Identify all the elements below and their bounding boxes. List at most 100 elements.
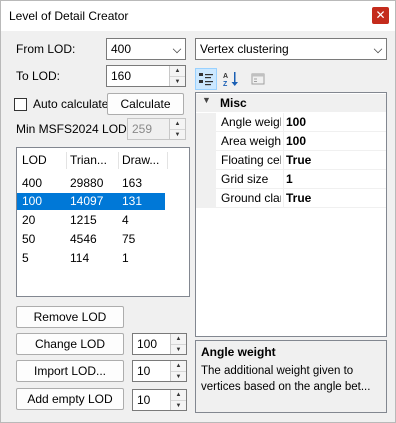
- calculate-button[interactable]: Calculate: [107, 93, 184, 115]
- cell-triangles: 29880: [70, 176, 104, 190]
- cell-draws: 4: [122, 213, 129, 227]
- row-gutter: [196, 189, 216, 208]
- cell-triangles: 14097: [70, 194, 104, 208]
- property-pages-button[interactable]: [247, 68, 269, 90]
- to-lod-stepper[interactable]: 160 ▲ ▼: [106, 65, 186, 87]
- from-lod-dropdown[interactable]: 400: [106, 38, 186, 60]
- table-row[interactable]: 400 29880 163: [17, 175, 189, 192]
- description-text: The additional weight given to vertices …: [201, 365, 371, 393]
- alphabetical-button[interactable]: A Z: [220, 68, 242, 90]
- cell-triangles: 1215: [70, 213, 97, 227]
- stepper-up-icon[interactable]: ▲: [170, 66, 185, 76]
- property-row-floating-cell[interactable]: Floating cell True: [196, 151, 386, 170]
- stepper-up-icon: ▲: [174, 121, 181, 127]
- divider: [283, 132, 284, 151]
- row-gutter: [196, 170, 216, 189]
- to-lod-label: To LOD:: [16, 69, 61, 83]
- from-lod-label: From LOD:: [16, 42, 76, 56]
- property-description: Angle weight The additional weight given…: [195, 340, 387, 413]
- property-row-grid-size[interactable]: Grid size 1: [196, 170, 386, 189]
- change-lod-stepper[interactable]: 100 ▲ ▼: [132, 333, 187, 355]
- table-row[interactable]: 50 4546 75: [17, 231, 189, 248]
- table-row[interactable]: 20 1215 4: [17, 212, 189, 229]
- chevron-down-icon: [172, 44, 182, 54]
- property-value[interactable]: 100: [286, 132, 306, 151]
- cell-triangles: 114: [70, 251, 90, 265]
- property-row-ground-clamp[interactable]: Ground clamp True: [196, 189, 386, 208]
- stepper-down-icon[interactable]: ▼: [171, 400, 186, 410]
- min-msfs-lod-label: Min MSFS2024 LOD:: [16, 122, 131, 136]
- cell-triangles: 4546: [70, 232, 97, 246]
- stepper-up-icon[interactable]: ▲: [171, 390, 186, 400]
- property-value[interactable]: 1: [286, 170, 293, 189]
- column-separator[interactable]: [167, 152, 168, 169]
- cell-lod: 100: [22, 194, 43, 208]
- cell-draws: 1: [122, 251, 129, 265]
- close-button[interactable]: ✕: [372, 7, 389, 24]
- property-value[interactable]: 100: [286, 113, 306, 132]
- column-header-triangles[interactable]: Trian...: [70, 152, 115, 169]
- from-lod-value: 400: [111, 42, 132, 56]
- stepper-buttons: ▲ ▼: [169, 119, 185, 139]
- stepper-down-icon[interactable]: ▼: [170, 76, 185, 86]
- category-misc[interactable]: ▼ Misc: [196, 94, 386, 112]
- property-grid[interactable]: ▼ Misc Angle weight 100 Area weight 100 …: [195, 92, 387, 337]
- categorized-icon: [199, 73, 213, 86]
- divider: [283, 151, 284, 170]
- stepper-down-icon: ▼: [170, 129, 185, 139]
- stepper-up-icon[interactable]: ▲: [171, 361, 186, 371]
- property-value[interactable]: True: [286, 151, 311, 170]
- table-row-selected[interactable]: 100 14097 131: [17, 193, 165, 210]
- lod-list[interactable]: LOD Trian... Draw... 400 29880 163 100 1…: [16, 147, 190, 297]
- svg-text:A: A: [223, 73, 228, 80]
- stepper-buttons[interactable]: ▲ ▼: [170, 361, 186, 381]
- column-separator[interactable]: [118, 152, 119, 169]
- property-name: Grid size: [221, 172, 269, 186]
- title-bar: Level of Detail Creator ✕: [1, 1, 395, 31]
- add-empty-lod-button[interactable]: Add empty LOD: [16, 388, 124, 410]
- add-empty-lod-stepper[interactable]: 10 ▲ ▼: [132, 389, 187, 411]
- svg-text:Z: Z: [223, 81, 228, 88]
- import-lod-stepper[interactable]: 10 ▲ ▼: [132, 360, 187, 382]
- property-value[interactable]: True: [286, 189, 311, 208]
- column-header-lod[interactable]: LOD: [22, 152, 62, 169]
- cell-lod: 20: [22, 213, 36, 227]
- property-row-angle-weight[interactable]: Angle weight 100: [196, 113, 386, 132]
- collapse-icon[interactable]: ▼: [202, 95, 211, 105]
- column-separator[interactable]: [66, 152, 67, 169]
- method-dropdown[interactable]: Vertex clustering: [195, 38, 387, 60]
- stepper-down-icon[interactable]: ▼: [171, 371, 186, 381]
- categorized-button[interactable]: [195, 68, 217, 90]
- cell-draws: 75: [122, 232, 136, 246]
- to-lod-value: 160: [111, 69, 132, 83]
- description-title: Angle weight: [201, 345, 276, 359]
- stepper-buttons[interactable]: ▲ ▼: [170, 334, 186, 354]
- stepper-buttons[interactable]: ▲ ▼: [169, 66, 185, 86]
- window-title: Level of Detail Creator: [9, 9, 129, 23]
- property-row-area-weight[interactable]: Area weight 100: [196, 132, 386, 151]
- remove-lod-button[interactable]: Remove LOD: [16, 306, 124, 328]
- import-lod-button[interactable]: Import LOD...: [16, 360, 124, 382]
- auto-calculate-checkbox[interactable]: [14, 98, 27, 111]
- divider: [216, 207, 386, 208]
- alphabetical-sort-icon: A Z: [223, 72, 238, 88]
- category-label: Misc: [220, 96, 247, 110]
- property-name: Ground clamp: [221, 191, 281, 205]
- min-msfs-lod-value: 259: [132, 122, 153, 136]
- stepper-down-icon[interactable]: ▼: [171, 344, 186, 354]
- stepper-up-icon[interactable]: ▲: [171, 334, 186, 344]
- table-row[interactable]: 5 114 1: [17, 250, 189, 267]
- add-empty-lod-value: 10: [137, 393, 151, 407]
- divider: [283, 113, 284, 132]
- change-lod-button[interactable]: Change LOD: [16, 333, 124, 355]
- lod-list-header: LOD Trian... Draw...: [17, 152, 189, 169]
- column-header-draws[interactable]: Draw...: [122, 152, 167, 169]
- change-lod-value: 100: [137, 337, 158, 351]
- cell-lod: 400: [22, 176, 43, 190]
- cell-draws: 163: [122, 176, 143, 190]
- lod-creator-window: Level of Detail Creator ✕ From LOD: 400 …: [0, 0, 396, 423]
- stepper-buttons[interactable]: ▲ ▼: [170, 390, 186, 410]
- property-name: Angle weight: [221, 115, 281, 129]
- row-gutter: [196, 113, 216, 132]
- min-msfs-lod-stepper: 259 ▲ ▼: [127, 118, 186, 140]
